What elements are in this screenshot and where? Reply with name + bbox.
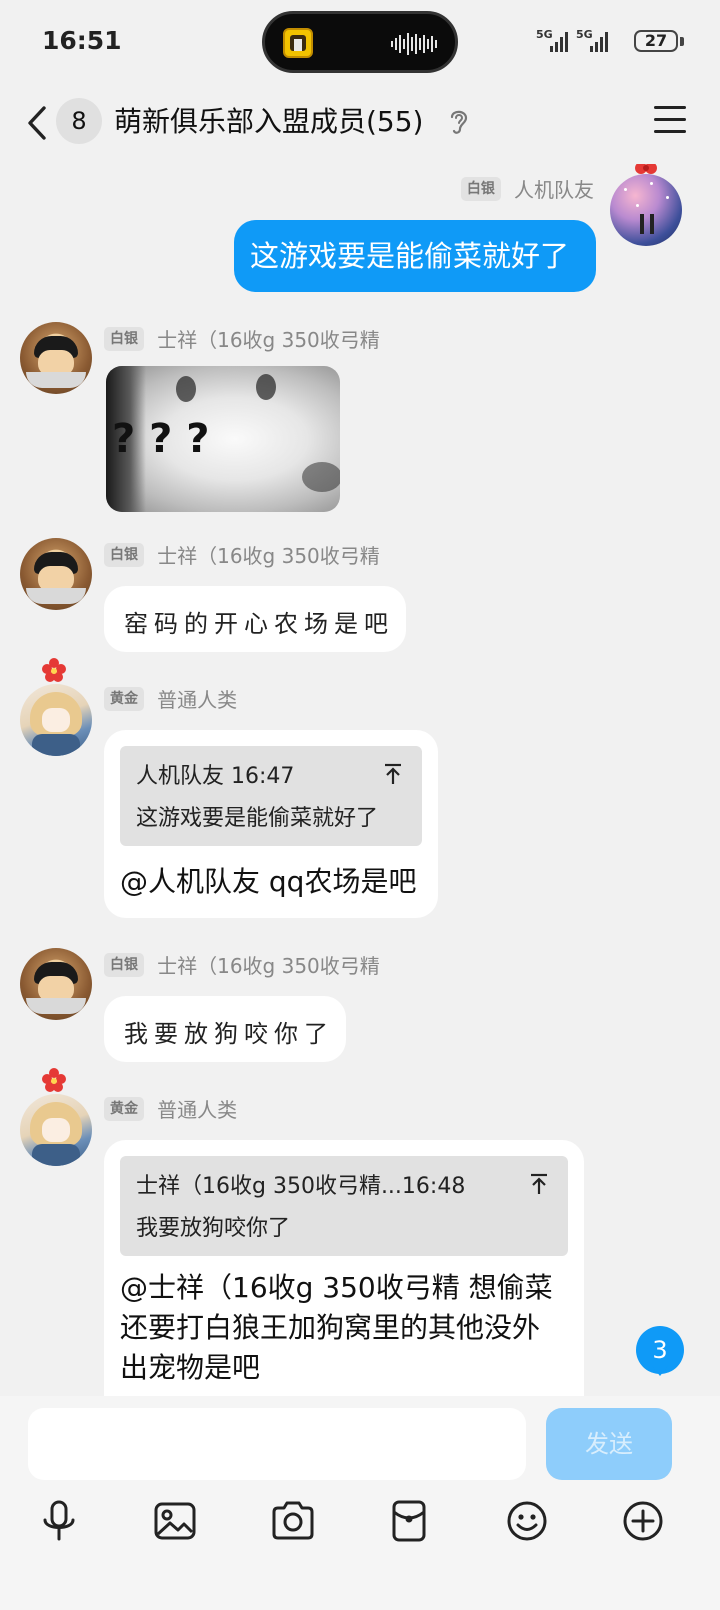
battery-level: 27 bbox=[644, 31, 668, 50]
sender-nickname[interactable]: 士祥（16收g 350收弓精 bbox=[157, 324, 380, 353]
app-activity-icon bbox=[283, 28, 313, 58]
message-bubble-reply[interactable]: 人机队友 16:47 这游戏要是能偷菜就好了 @人机队友 qq农场是吧 bbox=[104, 730, 438, 918]
message-bubble[interactable]: 我要放狗咬你了 bbox=[104, 996, 346, 1062]
message-text-line: 还要打白狼王加狗窝里的其他没外 bbox=[120, 1311, 541, 1344]
avatar-sender[interactable] bbox=[20, 948, 92, 1020]
member-level-badge: 黄金 bbox=[104, 686, 144, 711]
message-text-line: 出宠物是吧 bbox=[120, 1351, 261, 1384]
sender-nickname[interactable]: 士祥（16收g 350收弓精 bbox=[157, 540, 380, 569]
battery-icon: 27 bbox=[634, 30, 678, 52]
chat-header: 8 萌新俱乐部入盟成员(55) bbox=[0, 84, 720, 164]
avatar-sender[interactable] bbox=[20, 538, 92, 610]
quote-header: 士祥（16收g 350收弓精...16:48 bbox=[136, 1174, 466, 1199]
message-text-line: @士祥（16收g 350收弓精 想偷菜 bbox=[120, 1271, 553, 1304]
member-level-badge: 白银 bbox=[104, 952, 144, 977]
unread-count-badge[interactable]: 8 bbox=[56, 98, 102, 144]
message-text: @士祥（16收g 350收弓精 想偷菜 还要打白狼王加狗窝里的其他没外 出宠物是… bbox=[120, 1268, 553, 1388]
dynamic-island[interactable] bbox=[262, 11, 458, 73]
emoji-icon[interactable] bbox=[502, 1496, 552, 1546]
message-bubble-reply[interactable]: 士祥（16收g 350收弓精...16:48 我要放狗咬你了 @士祥（16收g … bbox=[104, 1140, 584, 1432]
quote-text: 这游戏要是能偷菜就好了 bbox=[136, 806, 379, 831]
flower-decoration-icon bbox=[42, 1068, 66, 1092]
plus-icon[interactable] bbox=[618, 1496, 668, 1546]
ear-icon[interactable] bbox=[446, 106, 472, 136]
avatar-sender[interactable] bbox=[20, 684, 92, 756]
avatar-sender[interactable] bbox=[20, 322, 92, 394]
jump-to-original-icon[interactable] bbox=[528, 1172, 550, 1196]
quoted-message[interactable]: 人机队友 16:47 这游戏要是能偷菜就好了 bbox=[120, 746, 422, 846]
message-list[interactable]: 白银 人机队友 这游戏要是能偷菜就好了 白银 士祥（16收g 350收弓精 ? … bbox=[0, 164, 720, 1432]
message-bubble[interactable]: 窑码的开心农场是吧 bbox=[104, 586, 406, 652]
status-bar: 16:51 5G 5G 27 bbox=[0, 0, 720, 84]
message-input[interactable] bbox=[28, 1408, 526, 1480]
member-level-badge: 黄金 bbox=[104, 1096, 144, 1121]
signal-1-icon: 5G bbox=[536, 28, 572, 54]
composer: 发送 bbox=[0, 1396, 720, 1610]
message-text: 这游戏要是能偷菜就好了 bbox=[250, 239, 570, 273]
sender-nickname[interactable]: 普通人类 bbox=[157, 684, 237, 713]
audio-wave-icon bbox=[391, 33, 437, 55]
avatar-sender[interactable] bbox=[20, 1094, 92, 1166]
message-text: @人机队友 qq农场是吧 bbox=[120, 865, 417, 898]
sender-nickname[interactable]: 人机队友 bbox=[514, 174, 594, 203]
sender-nickname[interactable]: 普通人类 bbox=[157, 1094, 237, 1123]
sticker-caption: ? ? ? bbox=[112, 416, 210, 462]
sticker-image[interactable]: ? ? ? bbox=[106, 366, 340, 512]
red-packet-icon[interactable] bbox=[384, 1496, 434, 1546]
message-meta: 白银 士祥（16收g 350收弓精 bbox=[104, 950, 380, 980]
message-text: 窑码的开心农场是吧 bbox=[124, 610, 394, 638]
camera-icon[interactable] bbox=[268, 1496, 318, 1546]
avatar-self[interactable] bbox=[610, 174, 682, 246]
back-chevron-icon[interactable] bbox=[18, 98, 54, 148]
signal-2-icon: 5G bbox=[576, 28, 612, 54]
message-meta: 白银 士祥（16收g 350收弓精 bbox=[104, 540, 380, 570]
message-meta: 白银 士祥（16收g 350收弓精 bbox=[104, 324, 380, 354]
send-button[interactable]: 发送 bbox=[546, 1408, 672, 1480]
message-meta: 黄金 普通人类 bbox=[104, 684, 237, 714]
group-title[interactable]: 萌新俱乐部入盟成员(55) bbox=[114, 100, 423, 140]
member-level-badge: 白银 bbox=[104, 326, 144, 351]
member-level-badge: 白银 bbox=[104, 542, 144, 567]
jump-to-original-icon[interactable] bbox=[382, 762, 404, 786]
microphone-icon[interactable] bbox=[34, 1496, 84, 1546]
sender-nickname[interactable]: 士祥（16收g 350收弓精 bbox=[157, 950, 380, 979]
quote-header: 人机队友 16:47 bbox=[136, 764, 295, 789]
bow-decoration-icon bbox=[635, 164, 657, 174]
quoted-message[interactable]: 士祥（16收g 350收弓精...16:48 我要放狗咬你了 bbox=[120, 1156, 568, 1256]
message-meta: 白银 人机队友 bbox=[460, 174, 594, 204]
chat-screen: 16:51 5G 5G 27 8 萌新俱乐部入盟成员(55) 白银 人机队友 这… bbox=[0, 0, 720, 1610]
image-icon[interactable] bbox=[150, 1496, 200, 1546]
message-text: 我要放狗咬你了 bbox=[124, 1020, 334, 1048]
member-level-badge: 白银 bbox=[460, 176, 501, 201]
quote-text: 我要放狗咬你了 bbox=[136, 1216, 291, 1241]
status-time: 16:51 bbox=[42, 26, 122, 55]
flower-decoration-icon bbox=[42, 658, 66, 682]
message-bubble-self[interactable]: 这游戏要是能偷菜就好了 bbox=[234, 220, 596, 292]
menu-icon[interactable] bbox=[652, 102, 688, 138]
new-message-badge-tail bbox=[652, 1366, 668, 1376]
battery-cap bbox=[680, 37, 684, 46]
message-meta: 黄金 普通人类 bbox=[104, 1094, 237, 1124]
